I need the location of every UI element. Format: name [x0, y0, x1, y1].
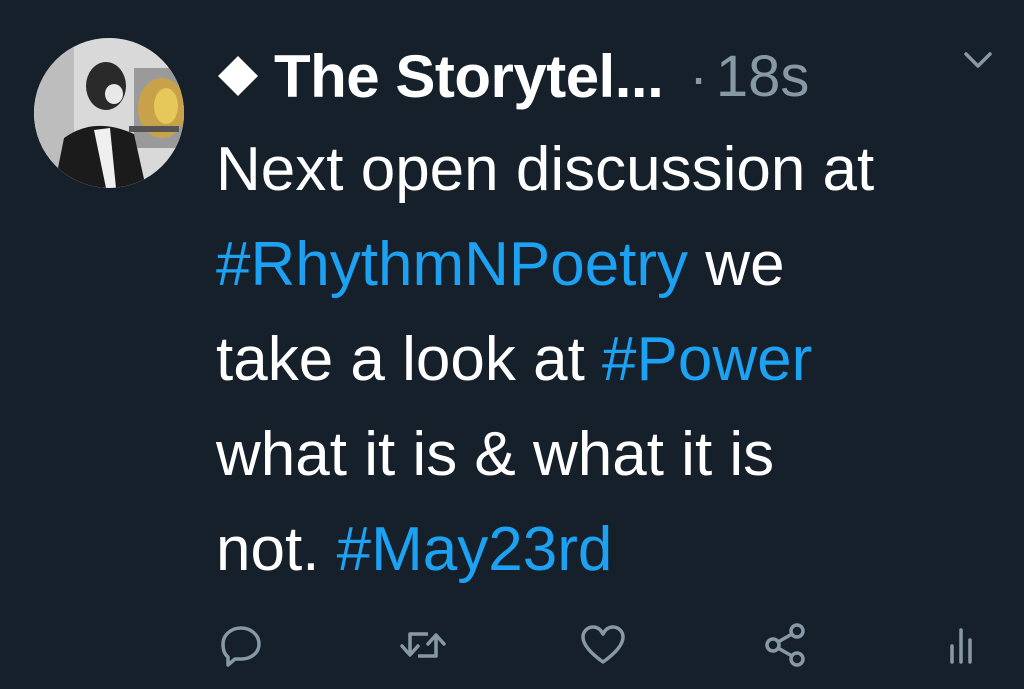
avatar[interactable] [34, 38, 184, 188]
like-icon[interactable] [576, 618, 630, 672]
tweet-text-line: take a look at #Power [216, 312, 1006, 407]
tweet-text: Next open discussion at #RhythmNPoetry we… [216, 122, 1006, 597]
chevron-down-icon[interactable] [958, 46, 998, 76]
retweet-icon[interactable] [396, 618, 450, 672]
tweet-header: The Storytel... · 18s [216, 36, 1006, 116]
tweet-text-line: not. #May23rd [216, 502, 1006, 597]
tweet-text-segment: Next open discussion at [216, 135, 875, 204]
timestamp[interactable]: 18s [716, 43, 810, 110]
diamond-icon [216, 54, 260, 98]
tweet-text-segment: take a look at [216, 325, 603, 394]
tweet-text-line: #RhythmNPoetry we [216, 217, 1006, 312]
reply-icon[interactable] [214, 618, 268, 672]
tweet-text-segment: what it is & what it is [216, 420, 775, 489]
analytics-icon[interactable] [934, 618, 988, 672]
hashtag-link[interactable]: #RhythmNPoetry [216, 230, 688, 299]
tweet-text-segment: we [688, 230, 785, 299]
action-bar [0, 618, 1024, 672]
hashtag-link[interactable]: #Power [602, 325, 812, 394]
tweet-text-line: what it is & what it is [216, 407, 1006, 502]
hashtag-link[interactable]: #May23rd [337, 515, 613, 584]
tweet-card[interactable]: The Storytel... · 18s Next open discussi… [0, 0, 1024, 689]
tweet-text-line: Next open discussion at [216, 122, 1006, 217]
share-icon[interactable] [758, 618, 812, 672]
display-name[interactable]: The Storytel... [274, 42, 664, 111]
tweet-text-segment: not. [216, 515, 337, 584]
separator-dot: · [689, 44, 708, 108]
